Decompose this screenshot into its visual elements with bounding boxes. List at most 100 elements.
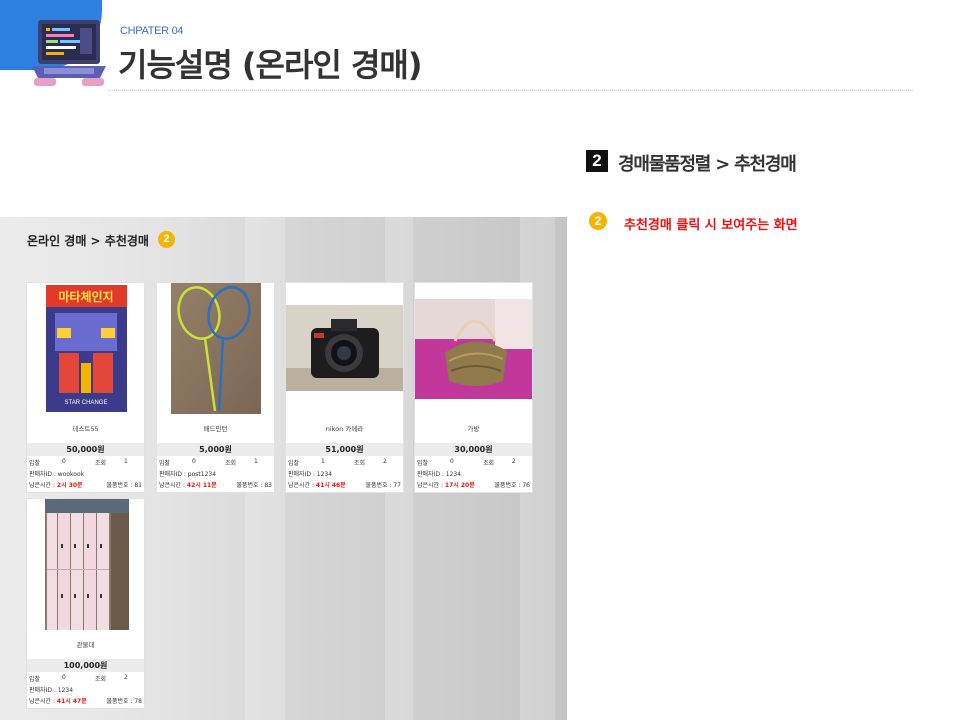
time-value: 42시 11분: [186, 482, 217, 489]
remaining-time: 남은시간 : 17시 20분 물품번호 : 76: [417, 480, 530, 489]
box-art-title: 마타체인지: [58, 289, 113, 304]
breadcrumb-badge: 2: [158, 231, 175, 248]
item-number: 물품번호 : 83: [236, 480, 272, 489]
item-thumbnail[interactable]: [415, 283, 532, 414]
time-label: 남은시간 :: [159, 482, 187, 489]
item-thumbnail[interactable]: [286, 283, 403, 414]
item-price: 100,000원: [27, 659, 144, 672]
views-count: 1: [124, 458, 128, 465]
item-name[interactable]: 관물대: [27, 639, 144, 649]
time-label: 남은시간 :: [29, 482, 57, 489]
item-number-value: 76: [522, 482, 530, 489]
views-label: 조회: [95, 460, 107, 467]
seller-value: 1234: [445, 471, 462, 478]
views-count: 1: [254, 458, 258, 465]
auction-item-card[interactable]: 마타체인지 STAR CHANGE 테스트55 50,000원 입찰 0 조회 …: [26, 282, 145, 493]
header-divider: [108, 90, 913, 91]
auction-item-card[interactable]: nikon 카메라 51,000원 입찰 1 조회 2 판매자ID : 1234…: [285, 282, 404, 493]
remaining-time: 남은시간 : 41시 47분 물품번호 : 78: [29, 696, 142, 705]
bids-label: 입찰: [29, 460, 41, 467]
item-thumbnail[interactable]: [27, 499, 144, 630]
bids-label: 입찰: [288, 460, 300, 467]
item-name[interactable]: nikon 카메라: [286, 423, 403, 433]
item-name[interactable]: 테스트55: [27, 423, 144, 433]
chapter-label: CHPATER 04: [120, 25, 184, 37]
remaining-time: 남은시간 : 42시 11분 물품번호 : 83: [159, 480, 272, 489]
seller-id: 판매자ID : 1234: [29, 685, 73, 694]
page-title: 기능설명 (온라인 경매): [118, 46, 422, 84]
camera-image: [286, 283, 403, 414]
item-number-label: 물품번호 :: [106, 698, 135, 705]
item-thumbnail[interactable]: 마타체인지 STAR CHANGE: [27, 283, 144, 414]
section-title: 경매물품정렬 > 추천경매: [618, 154, 797, 175]
bids-label: 입찰: [29, 676, 41, 683]
seller-label: 판매자ID :: [159, 471, 188, 478]
item-number: 물품번호 : 77: [365, 480, 401, 489]
item-number-value: 81: [134, 482, 142, 489]
seller-value: wookook: [57, 471, 85, 478]
box-art-subtitle: STAR CHANGE: [65, 400, 108, 406]
seller-id: 판매자ID : post1234: [159, 469, 216, 478]
seller-label: 판매자ID :: [29, 687, 58, 694]
bids-count: 0: [62, 458, 66, 465]
item-number-value: 83: [264, 482, 272, 489]
note-text: 추천경매 클릭 시 보여주는 화면: [624, 218, 798, 233]
bids-label: 입찰: [417, 460, 429, 467]
item-price: 51,000원: [286, 443, 403, 456]
auction-item-card[interactable]: 관물대 100,000원 입찰 0 조회 2 판매자ID : 1234 남은시간…: [26, 498, 145, 709]
item-number: 물품번호 : 76: [494, 480, 530, 489]
seller-label: 판매자ID :: [417, 471, 446, 478]
breadcrumb: 온라인 경매 > 추천경매: [27, 234, 149, 248]
seller-label: 판매자ID :: [288, 471, 317, 478]
note-number-badge: 2: [589, 212, 607, 230]
section-number: 2: [586, 150, 608, 172]
bids-count: 0: [192, 458, 196, 465]
bids-label: 입찰: [159, 460, 171, 467]
seller-id: 판매자ID : 1234: [288, 469, 332, 478]
time-label: 남은시간 :: [417, 482, 445, 489]
item-name[interactable]: 가방: [415, 423, 532, 433]
time-value: 41시 46분: [315, 482, 346, 489]
bids-count: 1: [321, 458, 325, 465]
views-label: 조회: [483, 460, 495, 467]
item-number: 물품번호 : 78: [106, 696, 142, 705]
views-count: 2: [512, 458, 516, 465]
views-label: 조회: [225, 460, 237, 467]
time-value: 41시 47분: [56, 698, 87, 705]
seller-value: 1234: [316, 471, 333, 478]
item-number-label: 물품번호 :: [494, 482, 523, 489]
bids-count: 0: [450, 458, 454, 465]
auction-screenshot-panel: 온라인 경매 > 추천경매 2 마타체인지 STAR CHANGE 테스트55 …: [0, 217, 567, 720]
auction-item-card[interactable]: 배드민턴 5,000원 입찰 0 조회 1 판매자ID : post1234 남…: [156, 282, 275, 493]
views-label: 조회: [95, 676, 107, 683]
auction-item-card[interactable]: 가방 30,000원 입찰 0 조회 2 판매자ID : 1234 남은시간 :…: [414, 282, 533, 493]
seller-value: 1234: [57, 687, 74, 694]
item-number-value: 78: [134, 698, 142, 705]
seller-value: post1234: [187, 471, 217, 478]
bids-count: 0: [62, 674, 66, 681]
time-value: 2시 30분: [56, 482, 83, 489]
item-number-label: 물품번호 :: [236, 482, 265, 489]
laptop-coding-icon: [32, 20, 106, 86]
item-price: 5,000원: [157, 443, 274, 456]
seller-id: 판매자ID : wookook: [29, 469, 84, 478]
seller-label: 판매자ID :: [29, 471, 58, 478]
badminton-racket-image: [157, 283, 274, 414]
remaining-time: 남은시간 : 2시 30분 물품번호 : 81: [29, 480, 142, 489]
time-label: 남은시간 :: [288, 482, 316, 489]
remaining-time: 남은시간 : 41시 46분 물품번호 : 77: [288, 480, 401, 489]
views-label: 조회: [354, 460, 366, 467]
item-number-label: 물품번호 :: [365, 482, 394, 489]
item-number: 물품번호 : 81: [106, 480, 142, 489]
toy-box-image: 마타체인지 STAR CHANGE: [27, 283, 144, 414]
time-value: 17시 20분: [444, 482, 475, 489]
item-number-label: 물품번호 :: [106, 482, 135, 489]
item-number-value: 77: [393, 482, 401, 489]
time-label: 남은시간 :: [29, 698, 57, 705]
item-name[interactable]: 배드민턴: [157, 423, 274, 433]
item-price: 30,000원: [415, 443, 532, 456]
item-price: 50,000원: [27, 443, 144, 456]
handbag-image: [415, 283, 532, 414]
item-thumbnail[interactable]: [157, 283, 274, 414]
views-count: 2: [124, 674, 128, 681]
